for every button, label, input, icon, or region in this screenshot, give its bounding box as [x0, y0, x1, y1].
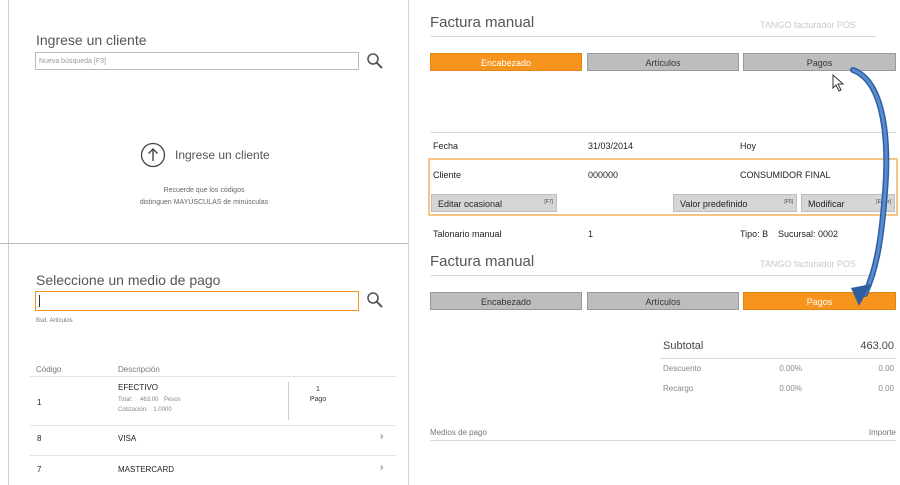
recargo-value: 0.00 — [878, 384, 894, 393]
filter-hint: Bsd. Artículos — [36, 318, 73, 324]
tab-articulos[interactable]: Artículos — [587, 292, 739, 310]
row-inner-divider — [288, 382, 289, 420]
tab-encabezado[interactable]: Encabezado — [430, 292, 582, 310]
payment-search-input[interactable] — [35, 291, 359, 311]
brand-logo: TANGO facturador POS — [760, 20, 856, 30]
subtotal-rule — [660, 358, 896, 359]
row-code: 7 — [37, 465, 42, 474]
row-name: VISA — [118, 434, 137, 443]
subtotal-value: 463.00 — [860, 340, 894, 352]
cliente-code: 000000 — [588, 170, 619, 180]
tipo-label: Tipo: B — [740, 229, 769, 239]
column-header-code: Código — [36, 365, 62, 374]
search-icon[interactable] — [366, 52, 384, 70]
mouse-cursor-icon — [832, 74, 845, 92]
fecha-hint: Hoy — [740, 141, 757, 151]
valor-predefinido-key: [F5] — [784, 199, 793, 205]
table-row[interactable]: 8 VISA › — [30, 426, 396, 454]
rate-label: Cotización: — [118, 407, 148, 413]
sucursal-label: Sucursal: 0002 — [778, 229, 839, 239]
editar-ocasional-button[interactable]: Editar ocasional [F7] — [431, 194, 557, 212]
medios-rule — [430, 440, 896, 441]
search-icon[interactable] — [366, 291, 384, 309]
section-rule — [430, 132, 896, 133]
chevron-right-icon[interactable]: › — [380, 431, 383, 442]
recargo-percent[interactable]: 0.00% — [760, 384, 802, 393]
invoice-title: Factura manual — [430, 253, 535, 270]
payment-panel-title: Seleccione un medio de pago — [36, 272, 221, 288]
tab-encabezado[interactable]: Encabezado — [430, 53, 582, 71]
importe-label: Importe — [868, 428, 896, 437]
row-total: Total: 463.00 Pesos — [118, 397, 181, 403]
vertical-divider — [408, 0, 409, 485]
chevron-right-icon[interactable]: › — [380, 462, 383, 473]
total-label: Total: — [118, 397, 133, 403]
column-header-description: Descripción — [118, 365, 160, 374]
table-row[interactable]: 7 MASTERCARD › — [30, 456, 396, 484]
client-panel-title: Ingrese un cliente — [36, 32, 147, 48]
curved-arrow-icon — [850, 67, 890, 306]
recargo-label: Recargo — [663, 384, 694, 393]
talonario-label: Talonario manual — [433, 229, 502, 239]
hint-line-2: distinguen MAYÚSCULAS de minúsculas — [139, 199, 269, 206]
client-search-input[interactable]: Nueva búsqueda [F3] — [35, 52, 359, 70]
total-value: 463.00 — [140, 397, 159, 403]
title-rule — [430, 275, 876, 276]
title-rule — [430, 36, 876, 37]
cliente-label: Cliente — [433, 170, 462, 180]
talonario-value: 1 — [588, 229, 594, 239]
text-caret — [39, 295, 40, 307]
header-separator — [30, 376, 396, 377]
valor-predefinido-button[interactable]: Valor predefinido [F5] — [673, 194, 797, 212]
fecha-value[interactable]: 31/03/2014 — [588, 141, 633, 151]
currency: Pesos — [164, 397, 181, 403]
fecha-label: Fecha — [433, 141, 459, 151]
descuento-value: 0.00 — [878, 364, 894, 373]
brand-logo: TANGO facturador POS — [760, 259, 856, 269]
row-count-label: Pago — [309, 396, 327, 403]
invoice-title: Factura manual — [430, 14, 535, 31]
editar-ocasional-label: Editar ocasional — [438, 199, 503, 209]
row-code: 1 — [37, 398, 42, 407]
arrow-up-circle-icon[interactable] — [140, 142, 166, 168]
row-name: EFECTIVO — [118, 383, 159, 392]
table-row[interactable]: 1 EFECTIVO Total: 463.00 Pesos Cotizació… — [30, 378, 396, 424]
cliente-name: CONSUMIDOR FINAL — [740, 170, 831, 180]
modificar-label: Modificar — [808, 199, 845, 209]
subtotal-label: Subtotal — [663, 340, 704, 352]
editar-ocasional-key: [F7] — [544, 199, 553, 205]
client-prompt-label: Ingrese un cliente — [175, 148, 270, 162]
row-count: 1 — [316, 386, 320, 393]
medios-de-pago-label: Medios de pago — [430, 428, 487, 437]
tab-articulos[interactable]: Artículos — [587, 53, 739, 71]
valor-predefinido-label: Valor predefinido — [680, 199, 748, 209]
row-name: MASTERCARD — [118, 465, 175, 474]
descuento-label: Descuento — [663, 364, 702, 373]
row-code: 8 — [37, 434, 42, 443]
descuento-percent[interactable]: 0.00% — [760, 364, 802, 373]
horizontal-divider — [0, 243, 408, 244]
hint-line-1: Recuerde que los códigos — [163, 187, 245, 194]
rate-value: 1.0000 — [153, 407, 172, 413]
row-rate: Cotización: 1.0000 — [118, 407, 172, 413]
